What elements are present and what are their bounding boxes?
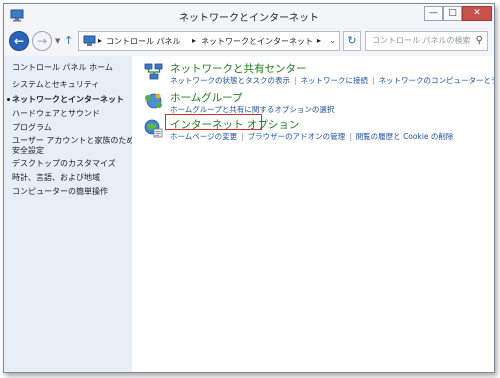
network-sharing-center-links: ネットワークの状態とタスクの表示 | ネットワークに接続 | ネットワークのコンピュータ… (170, 75, 494, 86)
maximize-button[interactable]: □ (443, 6, 462, 21)
search-placeholder: コントロール パネルの検索 (372, 36, 471, 45)
address-dropdown-icon[interactable]: ⌄ (329, 36, 336, 45)
network-sharing-center-title[interactable]: ネットワークと共有センター (170, 61, 307, 76)
control-panel-window: ネットワークとインターネット — □ ✕ ← → ▼ ↑ ▸ コントロール パネ… (3, 3, 495, 373)
search-icon[interactable]: ⚲ (476, 32, 483, 50)
search-input[interactable]: コントロール パネルの検索 ⚲ (365, 31, 488, 51)
delete-browsing-history-link[interactable]: 閲覧の履歴と Cookie の削除 (356, 132, 454, 141)
sidebar-item-system-security[interactable]: システムとセキュリティ (12, 79, 99, 90)
sidebar-home-link[interactable]: コントロール パネル ホーム (12, 62, 113, 73)
recent-pages-dropdown-icon[interactable]: ▼ (55, 37, 60, 45)
homegroup-sharing-options-link[interactable]: ホームグループと共有に関するオプションの選択 (170, 105, 334, 114)
internet-options-icon (144, 119, 163, 138)
internet-options-title[interactable]: インターネット オプション (170, 117, 299, 132)
window-title: ネットワークとインターネット (179, 13, 319, 24)
network-sharing-center-icon (144, 63, 163, 80)
link-separator: | (294, 76, 297, 85)
homegroup-icon (145, 93, 162, 109)
arrow-right-icon: → (36, 34, 48, 48)
breadcrumb-network-internet[interactable]: ネットワークとインターネット (201, 36, 313, 47)
homegroup-title[interactable]: ホームグループ (170, 90, 243, 105)
address-bar[interactable]: ▸ コントロール パネル ▸ ネットワークとインターネット ▸ ⌄ (78, 31, 340, 51)
sidebar-item-network-internet: ネットワークとインターネット (7, 94, 124, 105)
control-panel-icon (83, 35, 96, 46)
refresh-icon: ↻ (347, 34, 357, 47)
sidebar-item-label: ネットワークとインターネット (12, 95, 124, 104)
sidebar-item-appearance[interactable]: デスクトップのカスタマイズ (12, 158, 116, 169)
current-page-bullet-icon (7, 98, 10, 101)
sidebar-item-ease-of-access[interactable]: コンピューターの簡単操作 (12, 186, 108, 197)
close-button[interactable]: ✕ (462, 6, 492, 21)
breadcrumb-separator-icon: ▸ (98, 36, 103, 45)
change-homepage-link[interactable]: ホームページの変更 (170, 132, 237, 141)
sidebar-item-hardware-sound[interactable]: ハードウェアとサウンド (12, 108, 100, 119)
link-separator: | (372, 76, 375, 85)
manage-browser-addons-link[interactable]: ブラウザーのアドオンの管理 (248, 132, 346, 141)
minimize-button[interactable]: — (424, 6, 443, 21)
title-bar: ネットワークとインターネット — □ ✕ (4, 4, 494, 28)
connect-to-network-link[interactable]: ネットワークに接続 (301, 76, 369, 85)
internet-options-links: ホームページの変更 | ブラウザーのアドオンの管理 | 閲覧の履歴と Cookie の削… (170, 131, 453, 142)
breadcrumb-separator-icon: ▸ (192, 36, 197, 45)
main-content: ネットワークと共有センター ネットワークの状態とタスクの表示 | ネットワークに接続… (132, 56, 494, 372)
back-button[interactable]: ← (9, 31, 29, 51)
arrow-left-icon: ← (13, 34, 25, 48)
breadcrumb-separator-icon: ▸ (317, 36, 322, 45)
forward-button[interactable]: → (32, 31, 52, 51)
navigation-bar: ← → ▼ ↑ ▸ コントロール パネル ▸ ネットワークとインターネット ▸ … (4, 28, 494, 56)
sidebar: コントロール パネル ホーム システムとセキュリティ ネットワークとインターネッ… (4, 56, 142, 372)
link-separator: | (241, 132, 244, 141)
up-arrow-icon[interactable]: ↑ (64, 34, 73, 47)
sidebar-item-programs[interactable]: プログラム (12, 122, 52, 133)
view-network-devices-link[interactable]: ネットワークのコンピューターとデバイスの表示 (379, 76, 494, 85)
sidebar-item-user-accounts-cont[interactable]: 安全設定 (12, 145, 44, 156)
view-network-status-link[interactable]: ネットワークの状態とタスクの表示 (170, 76, 290, 85)
link-separator: | (349, 132, 352, 141)
breadcrumb-control-panel[interactable]: コントロール パネル (106, 36, 181, 47)
sidebar-item-clock-region[interactable]: 時計、言語、および地域 (12, 172, 100, 183)
refresh-button[interactable]: ↻ (343, 31, 361, 51)
